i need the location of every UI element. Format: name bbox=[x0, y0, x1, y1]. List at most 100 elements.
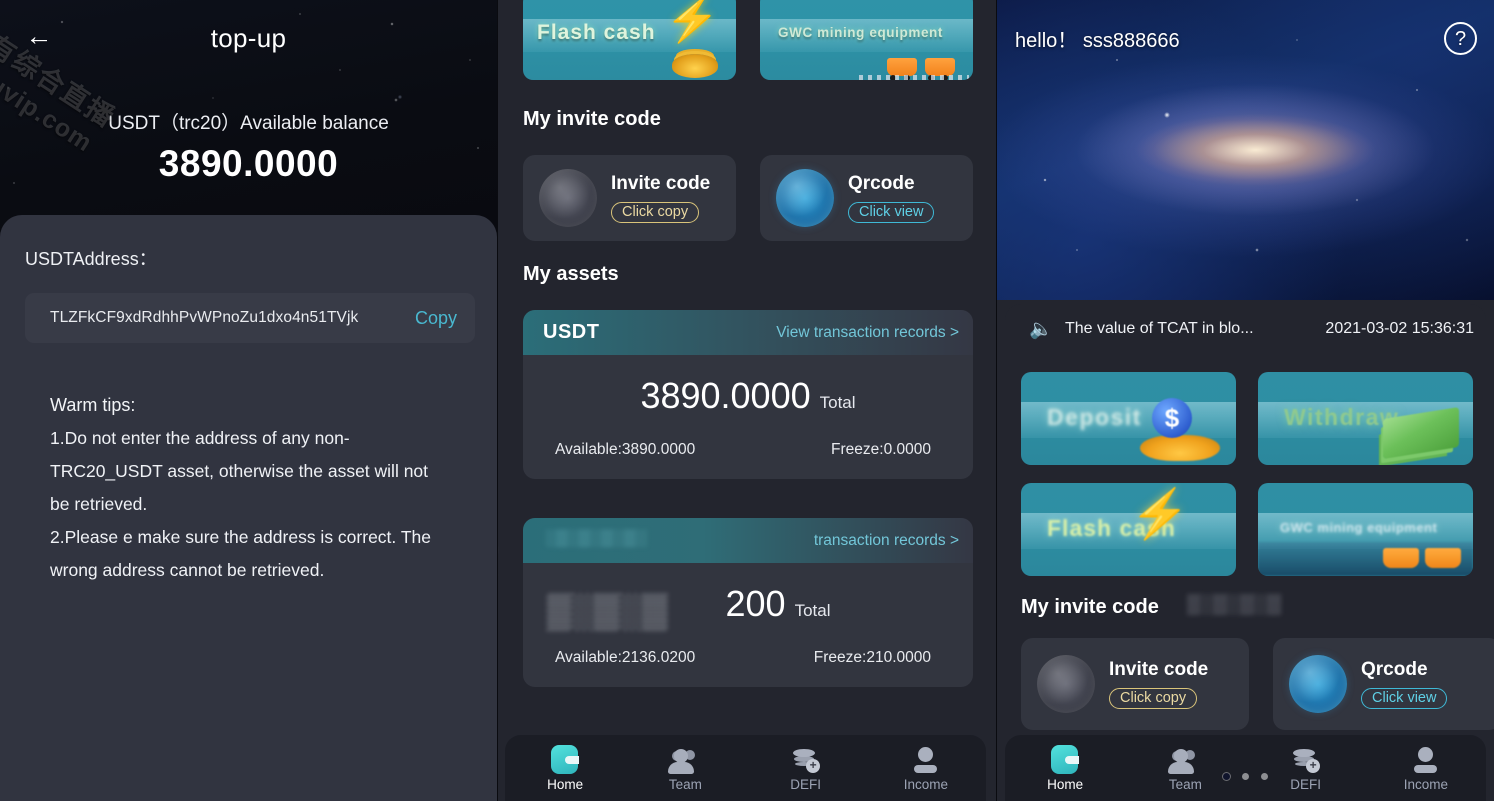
bottom-nav-middle: Home Team + DEFI Income bbox=[505, 735, 986, 801]
click-view-button[interactable]: Click view bbox=[1361, 688, 1448, 709]
greeting-text: hello！ bbox=[1015, 30, 1078, 52]
gold-coins-icon bbox=[672, 54, 718, 78]
asset-footer: Available:3890.0000 Freeze:0.0000 bbox=[523, 417, 973, 479]
asset-total-label: Total bbox=[794, 601, 831, 620]
asset-available: Available:2136.0200 bbox=[555, 649, 696, 666]
banner-label: GWC mining equipment bbox=[778, 25, 943, 40]
asset-total-row: 200 Total bbox=[523, 583, 973, 625]
asset-footer: Available:2136.0200 Freeze:210.0000 bbox=[523, 625, 973, 687]
motion-blur-artifact-5: ▒░▒░▒░▒ bbox=[1187, 594, 1282, 615]
qrcode-card[interactable]: Qrcode Click view bbox=[1273, 638, 1494, 730]
balance-label: USDT（trc20）Available balance bbox=[108, 113, 389, 134]
nav-item-defi[interactable]: + DEFI bbox=[746, 745, 866, 792]
invite-code-card[interactable]: Invite code Click copy bbox=[1021, 638, 1249, 730]
warm-tips-title: Warm tips: bbox=[50, 395, 136, 415]
mining-cart-icon-2 bbox=[925, 58, 955, 80]
asset-freeze: Freeze:210.0000 bbox=[813, 649, 931, 666]
promo-banner-flash-cash[interactable]: Flash cash ⚡ bbox=[523, 0, 736, 80]
address-value: TLZFkCF9xdRdhhPvWPnoZu1dxo4n51TVjk bbox=[50, 309, 359, 326]
greeting: hello！ sss888666 bbox=[1015, 24, 1180, 53]
address-field[interactable]: TLZFkCF9xdRdhhPvWPnoZu1dxo4n51TVjk Copy bbox=[25, 293, 475, 343]
lightning-bolt-icon: ⚡ bbox=[665, 0, 720, 44]
invite-card-row: Invite code Click copy Qrcode Click view bbox=[523, 155, 973, 241]
mine-rail-icon bbox=[859, 75, 969, 80]
invite-section-title: My invite code bbox=[523, 108, 661, 130]
asset-total-row: 3890.0000 Total bbox=[523, 375, 973, 417]
qrcode-card-title: Qrcode bbox=[848, 173, 915, 194]
nav-label: Home bbox=[547, 776, 584, 792]
invite-card-row: Invite code Click copy Qrcode Click view bbox=[1021, 638, 1494, 730]
withdraw-banner[interactable]: Withdraw bbox=[1258, 372, 1473, 465]
topup-panel: ← top-up USDT（trc20）Available balance 38… bbox=[0, 0, 497, 801]
asset-card-header: USDT View transaction records > bbox=[523, 310, 973, 355]
person-icon bbox=[911, 745, 940, 774]
view-transaction-records-link[interactable]: View transaction records > bbox=[776, 324, 959, 342]
globe-grey-icon bbox=[539, 169, 597, 227]
asset-total-value: 3890.0000 bbox=[640, 375, 811, 416]
coins-plus-icon: + bbox=[791, 745, 821, 774]
asset-card-header: transaction records > bbox=[523, 518, 973, 563]
nav-label: DEFI bbox=[790, 776, 821, 792]
dollar-coin-icon: $ bbox=[1152, 398, 1192, 438]
deposit-banner[interactable]: Deposit $ bbox=[1021, 372, 1236, 465]
invite-section-title: My invite code bbox=[1021, 596, 1159, 618]
click-view-button[interactable]: Click view bbox=[848, 202, 935, 223]
carousel-dots bbox=[997, 767, 1494, 785]
action-banner-row-2: Flash cash ⚡ GWC mining equipment bbox=[1021, 483, 1473, 576]
balance-value: 3890.0000 bbox=[158, 143, 339, 184]
asset-card-usdt[interactable]: USDT View transaction records > 3890.000… bbox=[523, 310, 973, 479]
carousel-dot-2[interactable] bbox=[1242, 773, 1249, 780]
wallet-icon bbox=[550, 744, 580, 774]
address-sheet: USDTAddress： TLZFkCF9xdRdhhPvWPnoZu1dxo4… bbox=[0, 215, 497, 801]
notice-text: The value of TCAT in blo... bbox=[1065, 320, 1254, 337]
people-icon bbox=[667, 745, 700, 774]
globe-grey-icon bbox=[1037, 655, 1095, 713]
action-banner-row-1: Deposit $ Withdraw bbox=[1021, 372, 1473, 465]
gold-coins-icon bbox=[1140, 435, 1220, 461]
flash-cash-banner[interactable]: Flash cash ⚡ bbox=[1021, 483, 1236, 576]
mining-cart-icon-2 bbox=[1425, 548, 1461, 568]
asset-total-label: Total bbox=[819, 393, 856, 412]
asset-freeze: Freeze:0.0000 bbox=[831, 441, 931, 458]
qrcode-card[interactable]: Qrcode Click view bbox=[760, 155, 973, 241]
mining-cart-icon bbox=[1383, 548, 1419, 568]
invite-code-card[interactable]: Invite code Click copy bbox=[523, 155, 736, 241]
invite-assets-panel: Flash cash ⚡ GWC mining equipment My inv… bbox=[497, 0, 997, 801]
click-copy-button[interactable]: Click copy bbox=[1109, 688, 1198, 709]
invite-card-title: Invite code bbox=[611, 173, 711, 194]
panel-divider-1 bbox=[497, 0, 498, 801]
username: sss888666 bbox=[1082, 30, 1180, 52]
topup-header: ← top-up bbox=[0, 0, 497, 74]
lightning-bolt-icon: ⚡ bbox=[1130, 488, 1190, 541]
carousel-dot-3[interactable] bbox=[1261, 773, 1269, 780]
banner-label: Flash cash bbox=[537, 21, 656, 44]
promo-banner-gwc-mining[interactable]: GWC mining equipment bbox=[760, 0, 973, 80]
nav-item-home[interactable]: Home bbox=[505, 744, 625, 792]
page-title: top-up bbox=[210, 23, 287, 53]
home-panel: hello！ sss888666 ? 🔈 The value of TCAT i… bbox=[997, 0, 1494, 801]
click-copy-button[interactable]: Click copy bbox=[611, 202, 700, 223]
gwc-mining-banner[interactable]: GWC mining equipment bbox=[1258, 483, 1473, 576]
banner-label: GWC mining equipment bbox=[1280, 520, 1438, 535]
promo-banner-row: Flash cash ⚡ GWC mining equipment bbox=[523, 0, 973, 80]
nav-item-team[interactable]: Team bbox=[625, 745, 745, 792]
carousel-dot-1[interactable] bbox=[1222, 773, 1230, 780]
invite-card-title: Invite code bbox=[1109, 659, 1209, 680]
warm-tips: Warm tips: 1.Do not enter the address of… bbox=[50, 395, 450, 587]
asset-available: Available:3890.0000 bbox=[555, 441, 696, 458]
view-transaction-records-link[interactable]: transaction records > bbox=[814, 532, 959, 550]
notice-time: 2021-03-02 15:36:31 bbox=[1325, 320, 1474, 337]
nav-item-income[interactable]: Income bbox=[866, 745, 986, 792]
copy-button[interactable]: Copy bbox=[415, 308, 457, 329]
app-screen: ← top-up USDT（trc20）Available balance 38… bbox=[0, 0, 1494, 801]
nav-label: Team bbox=[668, 776, 702, 792]
assets-section-title: My assets bbox=[523, 263, 619, 285]
warm-tips-body: 1.Do not enter the address of any non-TR… bbox=[50, 428, 431, 580]
notice-bar[interactable]: 🔈 The value of TCAT in blo... 2021-03-02… bbox=[1005, 304, 1486, 354]
asset-symbol: USDT bbox=[543, 321, 600, 343]
question-mark-icon[interactable]: ? bbox=[1444, 22, 1477, 55]
asset-card-secondary[interactable]: transaction records > 200 Total Availabl… bbox=[523, 518, 973, 687]
banner-label: Deposit bbox=[1047, 404, 1142, 430]
speaker-icon: 🔈 bbox=[1029, 318, 1053, 340]
qrcode-card-title: Qrcode bbox=[1361, 659, 1428, 680]
